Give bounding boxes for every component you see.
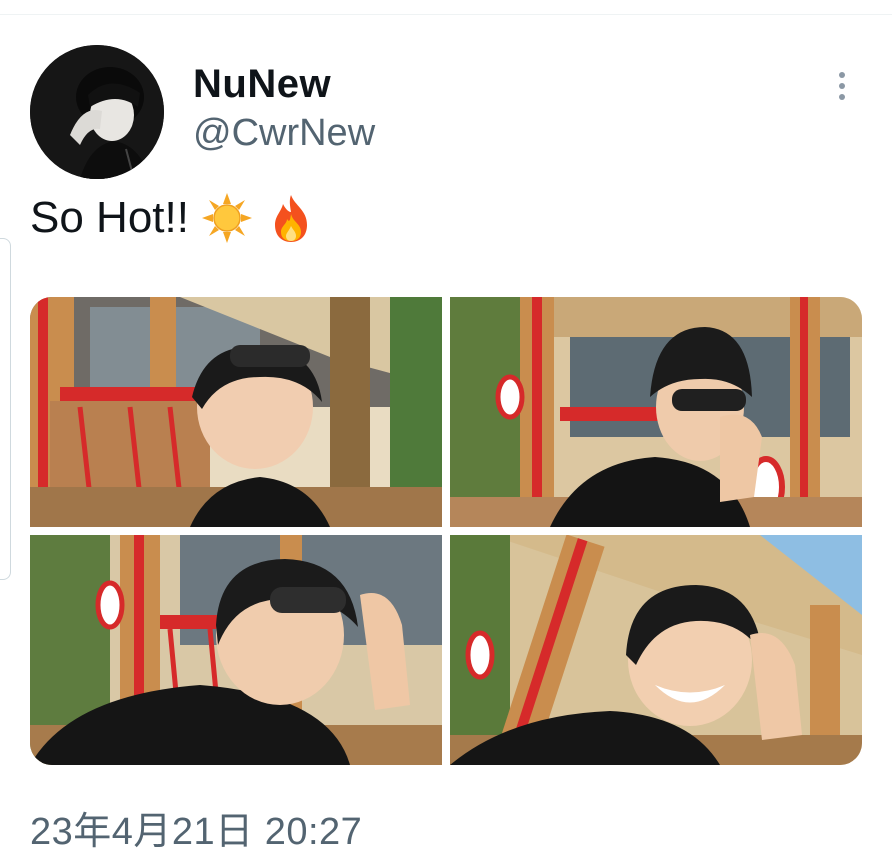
scroll-handle[interactable]: [0, 238, 11, 580]
top-divider: [0, 14, 892, 15]
sun-emoji: [201, 192, 253, 244]
tweet-text: So Hot!!: [30, 192, 317, 244]
tweet-text-content: So Hot!!: [30, 193, 189, 242]
photo-3[interactable]: [30, 535, 442, 765]
more-vertical-icon: [839, 72, 845, 78]
more-dot: [839, 94, 845, 100]
avatar[interactable]: [30, 45, 164, 179]
photo-2[interactable]: [450, 297, 862, 527]
photo-1[interactable]: [30, 297, 442, 527]
user-handle[interactable]: @CwrNew: [193, 112, 375, 155]
fire-emoji: [265, 192, 317, 244]
display-name[interactable]: NuNew: [193, 62, 331, 107]
timestamp[interactable]: 23年4月21日 20:27: [30, 800, 362, 855]
media-grid: [30, 297, 862, 765]
more-options-button[interactable]: [822, 66, 862, 106]
more-dot: [839, 83, 845, 89]
photo-4[interactable]: [450, 535, 862, 765]
